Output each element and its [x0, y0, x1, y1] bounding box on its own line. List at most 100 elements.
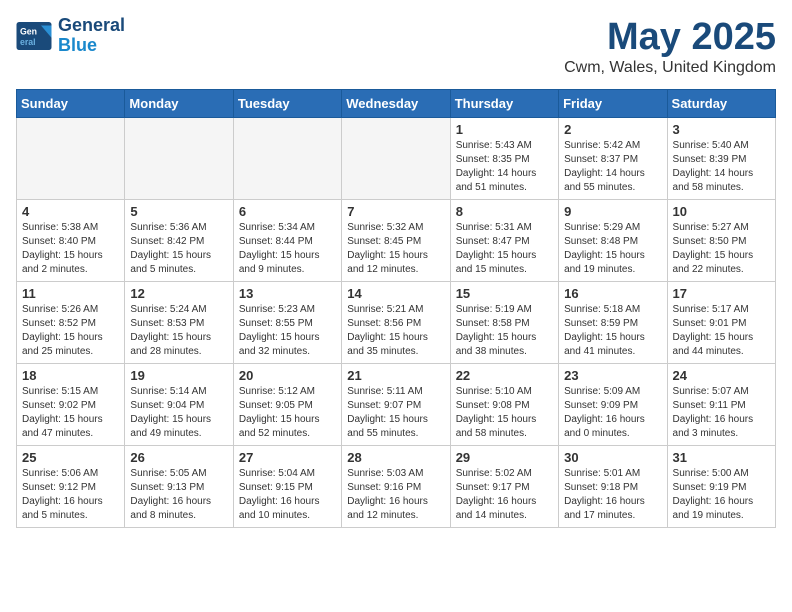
day-info: Sunrise: 5:24 AM Sunset: 8:53 PM Dayligh… — [130, 303, 227, 359]
day-info: Sunrise: 5:06 AM Sunset: 9:12 PM Dayligh… — [22, 467, 119, 523]
day-number: 7 — [347, 204, 444, 219]
day-number: 26 — [130, 450, 227, 465]
day-info: Sunrise: 5:38 AM Sunset: 8:40 PM Dayligh… — [22, 221, 119, 277]
calendar-cell: 24 Sunrise: 5:07 AM Sunset: 9:11 PM Dayli… — [667, 364, 775, 446]
day-number: 31 — [673, 450, 770, 465]
calendar-cell: 31 Sunrise: 5:00 AM Sunset: 9:19 PM Dayli… — [667, 446, 775, 528]
svg-text:Gen: Gen — [20, 26, 37, 36]
page-header: Gen eral General Blue May 2025 Cwm, Wale… — [16, 16, 776, 77]
calendar-cell: 12 Sunrise: 5:24 AM Sunset: 8:53 PM Dayli… — [125, 282, 233, 364]
weekday-header-friday: Friday — [559, 90, 667, 118]
day-info: Sunrise: 5:32 AM Sunset: 8:45 PM Dayligh… — [347, 221, 444, 277]
logo-icon: Gen eral — [16, 22, 52, 50]
day-info: Sunrise: 5:14 AM Sunset: 9:04 PM Dayligh… — [130, 385, 227, 441]
day-number: 19 — [130, 368, 227, 383]
day-number: 1 — [456, 122, 553, 137]
calendar-cell: 6 Sunrise: 5:34 AM Sunset: 8:44 PM Daylig… — [233, 200, 341, 282]
weekday-header-sunday: Sunday — [17, 90, 125, 118]
calendar-cell: 18Sunrise: 5:15 AM Sunset: 9:02 PM Dayli… — [17, 364, 125, 446]
calendar-cell: 15Sunrise: 5:19 AM Sunset: 8:58 PM Dayli… — [450, 282, 558, 364]
calendar-cell: 25 Sunrise: 5:06 AM Sunset: 9:12 PM Dayli… — [17, 446, 125, 528]
day-info: Sunrise: 5:15 AM Sunset: 9:02 PM Dayligh… — [22, 385, 119, 441]
calendar-cell: 19 Sunrise: 5:14 AM Sunset: 9:04 PM Dayli… — [125, 364, 233, 446]
calendar-cell: 1 Sunrise: 5:43 AM Sunset: 8:35 PM Daylig… — [450, 118, 558, 200]
calendar-cell: 2 Sunrise: 5:42 AM Sunset: 8:37 PM Daylig… — [559, 118, 667, 200]
weekday-header-tuesday: Tuesday — [233, 90, 341, 118]
day-info: Sunrise: 5:09 AM Sunset: 9:09 PM Dayligh… — [564, 385, 661, 441]
weekday-header-row: SundayMondayTuesdayWednesdayThursdayFrid… — [17, 90, 776, 118]
day-info: Sunrise: 5:12 AM Sunset: 9:05 PM Dayligh… — [239, 385, 336, 441]
day-info: Sunrise: 5:03 AM Sunset: 9:16 PM Dayligh… — [347, 467, 444, 523]
day-info: Sunrise: 5:42 AM Sunset: 8:37 PM Dayligh… — [564, 139, 661, 195]
logo-text: General Blue — [58, 16, 125, 56]
calendar-cell: 8 Sunrise: 5:31 AM Sunset: 8:47 PM Daylig… — [450, 200, 558, 282]
calendar-cell: 28 Sunrise: 5:03 AM Sunset: 9:16 PM Dayli… — [342, 446, 450, 528]
day-number: 24 — [673, 368, 770, 383]
calendar-cell: 4 Sunrise: 5:38 AM Sunset: 8:40 PM Daylig… — [17, 200, 125, 282]
day-number: 11 — [22, 286, 119, 301]
day-info: Sunrise: 5:18 AM Sunset: 8:59 PM Dayligh… — [564, 303, 661, 359]
day-number: 4 — [22, 204, 119, 219]
calendar-cell: 5 Sunrise: 5:36 AM Sunset: 8:42 PM Daylig… — [125, 200, 233, 282]
day-info: Sunrise: 5:27 AM Sunset: 8:50 PM Dayligh… — [673, 221, 770, 277]
day-number: 22 — [456, 368, 553, 383]
day-number: 30 — [564, 450, 661, 465]
day-number: 6 — [239, 204, 336, 219]
day-info: Sunrise: 5:31 AM Sunset: 8:47 PM Dayligh… — [456, 221, 553, 277]
calendar-cell: 3 Sunrise: 5:40 AM Sunset: 8:39 PM Daylig… — [667, 118, 775, 200]
day-number: 15 — [456, 286, 553, 301]
calendar-cell — [17, 118, 125, 200]
weekday-header-thursday: Thursday — [450, 90, 558, 118]
calendar-week-4: 18Sunrise: 5:15 AM Sunset: 9:02 PM Dayli… — [17, 364, 776, 446]
calendar-cell: 21 Sunrise: 5:11 AM Sunset: 9:07 PM Dayli… — [342, 364, 450, 446]
weekday-header-wednesday: Wednesday — [342, 90, 450, 118]
calendar-cell: 22Sunrise: 5:10 AM Sunset: 9:08 PM Dayli… — [450, 364, 558, 446]
day-info: Sunrise: 5:34 AM Sunset: 8:44 PM Dayligh… — [239, 221, 336, 277]
day-number: 20 — [239, 368, 336, 383]
calendar-cell: 11 Sunrise: 5:26 AM Sunset: 8:52 PM Dayli… — [17, 282, 125, 364]
calendar-week-3: 11 Sunrise: 5:26 AM Sunset: 8:52 PM Dayli… — [17, 282, 776, 364]
day-info: Sunrise: 5:23 AM Sunset: 8:55 PM Dayligh… — [239, 303, 336, 359]
calendar-cell: 27 Sunrise: 5:04 AM Sunset: 9:15 PM Dayli… — [233, 446, 341, 528]
calendar-cell: 20 Sunrise: 5:12 AM Sunset: 9:05 PM Dayli… — [233, 364, 341, 446]
calendar-cell: 7 Sunrise: 5:32 AM Sunset: 8:45 PM Daylig… — [342, 200, 450, 282]
day-info: Sunrise: 5:40 AM Sunset: 8:39 PM Dayligh… — [673, 139, 770, 195]
month-title: May 2025 — [564, 16, 776, 59]
calendar-cell: 26 Sunrise: 5:05 AM Sunset: 9:13 PM Dayli… — [125, 446, 233, 528]
logo: Gen eral General Blue — [16, 16, 125, 56]
calendar-cell: 17Sunrise: 5:17 AM Sunset: 9:01 PM Dayli… — [667, 282, 775, 364]
calendar-cell — [342, 118, 450, 200]
day-number: 27 — [239, 450, 336, 465]
day-number: 14 — [347, 286, 444, 301]
day-info: Sunrise: 5:07 AM Sunset: 9:11 PM Dayligh… — [673, 385, 770, 441]
calendar-week-5: 25 Sunrise: 5:06 AM Sunset: 9:12 PM Dayli… — [17, 446, 776, 528]
day-number: 5 — [130, 204, 227, 219]
weekday-header-monday: Monday — [125, 90, 233, 118]
calendar-cell: 16Sunrise: 5:18 AM Sunset: 8:59 PM Dayli… — [559, 282, 667, 364]
day-info: Sunrise: 5:43 AM Sunset: 8:35 PM Dayligh… — [456, 139, 553, 195]
calendar-week-2: 4 Sunrise: 5:38 AM Sunset: 8:40 PM Daylig… — [17, 200, 776, 282]
calendar-week-1: 1 Sunrise: 5:43 AM Sunset: 8:35 PM Daylig… — [17, 118, 776, 200]
day-number: 21 — [347, 368, 444, 383]
day-number: 10 — [673, 204, 770, 219]
day-number: 3 — [673, 122, 770, 137]
day-number: 17 — [673, 286, 770, 301]
day-info: Sunrise: 5:04 AM Sunset: 9:15 PM Dayligh… — [239, 467, 336, 523]
day-number: 13 — [239, 286, 336, 301]
title-block: May 2025 Cwm, Wales, United Kingdom — [564, 16, 776, 77]
calendar-cell: 29Sunrise: 5:02 AM Sunset: 9:17 PM Dayli… — [450, 446, 558, 528]
day-number: 12 — [130, 286, 227, 301]
calendar-cell — [125, 118, 233, 200]
day-number: 8 — [456, 204, 553, 219]
day-info: Sunrise: 5:05 AM Sunset: 9:13 PM Dayligh… — [130, 467, 227, 523]
day-info: Sunrise: 5:36 AM Sunset: 8:42 PM Dayligh… — [130, 221, 227, 277]
day-number: 25 — [22, 450, 119, 465]
day-info: Sunrise: 5:00 AM Sunset: 9:19 PM Dayligh… — [673, 467, 770, 523]
day-number: 28 — [347, 450, 444, 465]
day-info: Sunrise: 5:26 AM Sunset: 8:52 PM Dayligh… — [22, 303, 119, 359]
weekday-header-saturday: Saturday — [667, 90, 775, 118]
day-number: 2 — [564, 122, 661, 137]
day-info: Sunrise: 5:11 AM Sunset: 9:07 PM Dayligh… — [347, 385, 444, 441]
calendar-cell: 10 Sunrise: 5:27 AM Sunset: 8:50 PM Dayli… — [667, 200, 775, 282]
calendar-cell: 30Sunrise: 5:01 AM Sunset: 9:18 PM Dayli… — [559, 446, 667, 528]
